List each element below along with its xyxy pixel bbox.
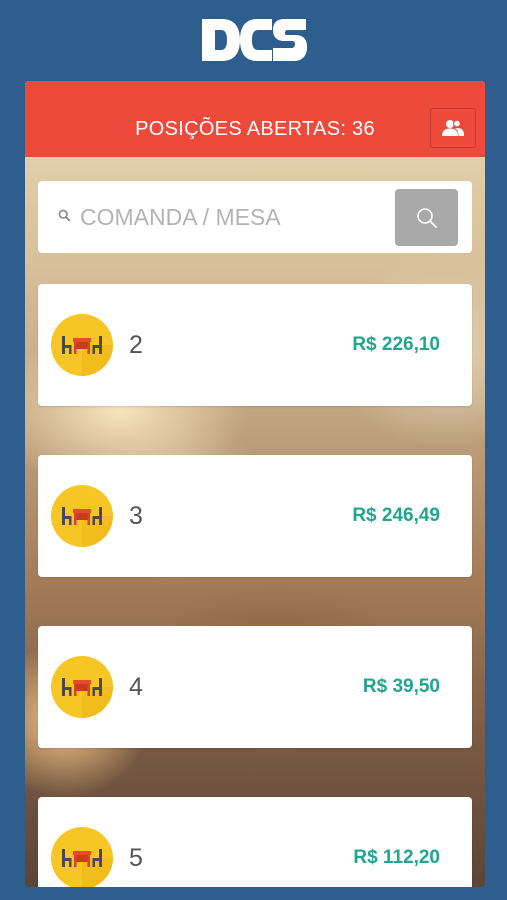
dcs-logo xyxy=(0,12,507,68)
position-card-5[interactable]: 5 R$ 112,20 xyxy=(38,797,472,887)
position-card-2[interactable]: 2 R$ 226,10 xyxy=(38,284,472,406)
users-icon xyxy=(442,119,464,136)
table-chairs-icon xyxy=(51,485,113,547)
position-card-4[interactable]: 4 R$ 39,50 xyxy=(38,626,472,748)
position-number: 4 xyxy=(129,673,143,701)
search-box xyxy=(38,181,472,253)
table-chairs-icon xyxy=(51,656,113,718)
table-chairs-icon xyxy=(51,314,113,376)
position-number: 5 xyxy=(129,844,143,872)
open-positions-title: POSIÇÕES ABERTAS: 36 xyxy=(135,118,375,140)
users-button[interactable] xyxy=(430,108,476,148)
panel-header: POSIÇÕES ABERTAS: 36 xyxy=(25,81,485,157)
position-card-3[interactable]: 3 R$ 246,49 xyxy=(38,455,472,577)
position-amount: R$ 226,10 xyxy=(352,334,440,355)
position-amount: R$ 246,49 xyxy=(352,505,440,526)
position-amount: R$ 112,20 xyxy=(353,847,440,868)
position-amount: R$ 39,50 xyxy=(362,676,440,697)
search-input[interactable] xyxy=(80,195,390,239)
search-icon xyxy=(416,207,437,228)
position-number: 2 xyxy=(129,331,143,359)
search-icon xyxy=(58,209,71,222)
search-button[interactable] xyxy=(395,189,458,246)
open-positions-panel: POSIÇÕES ABERTAS: 36 COMANDA / MESA 2 R$… xyxy=(25,81,485,887)
position-number: 3 xyxy=(129,502,143,530)
table-chairs-icon xyxy=(51,827,113,887)
